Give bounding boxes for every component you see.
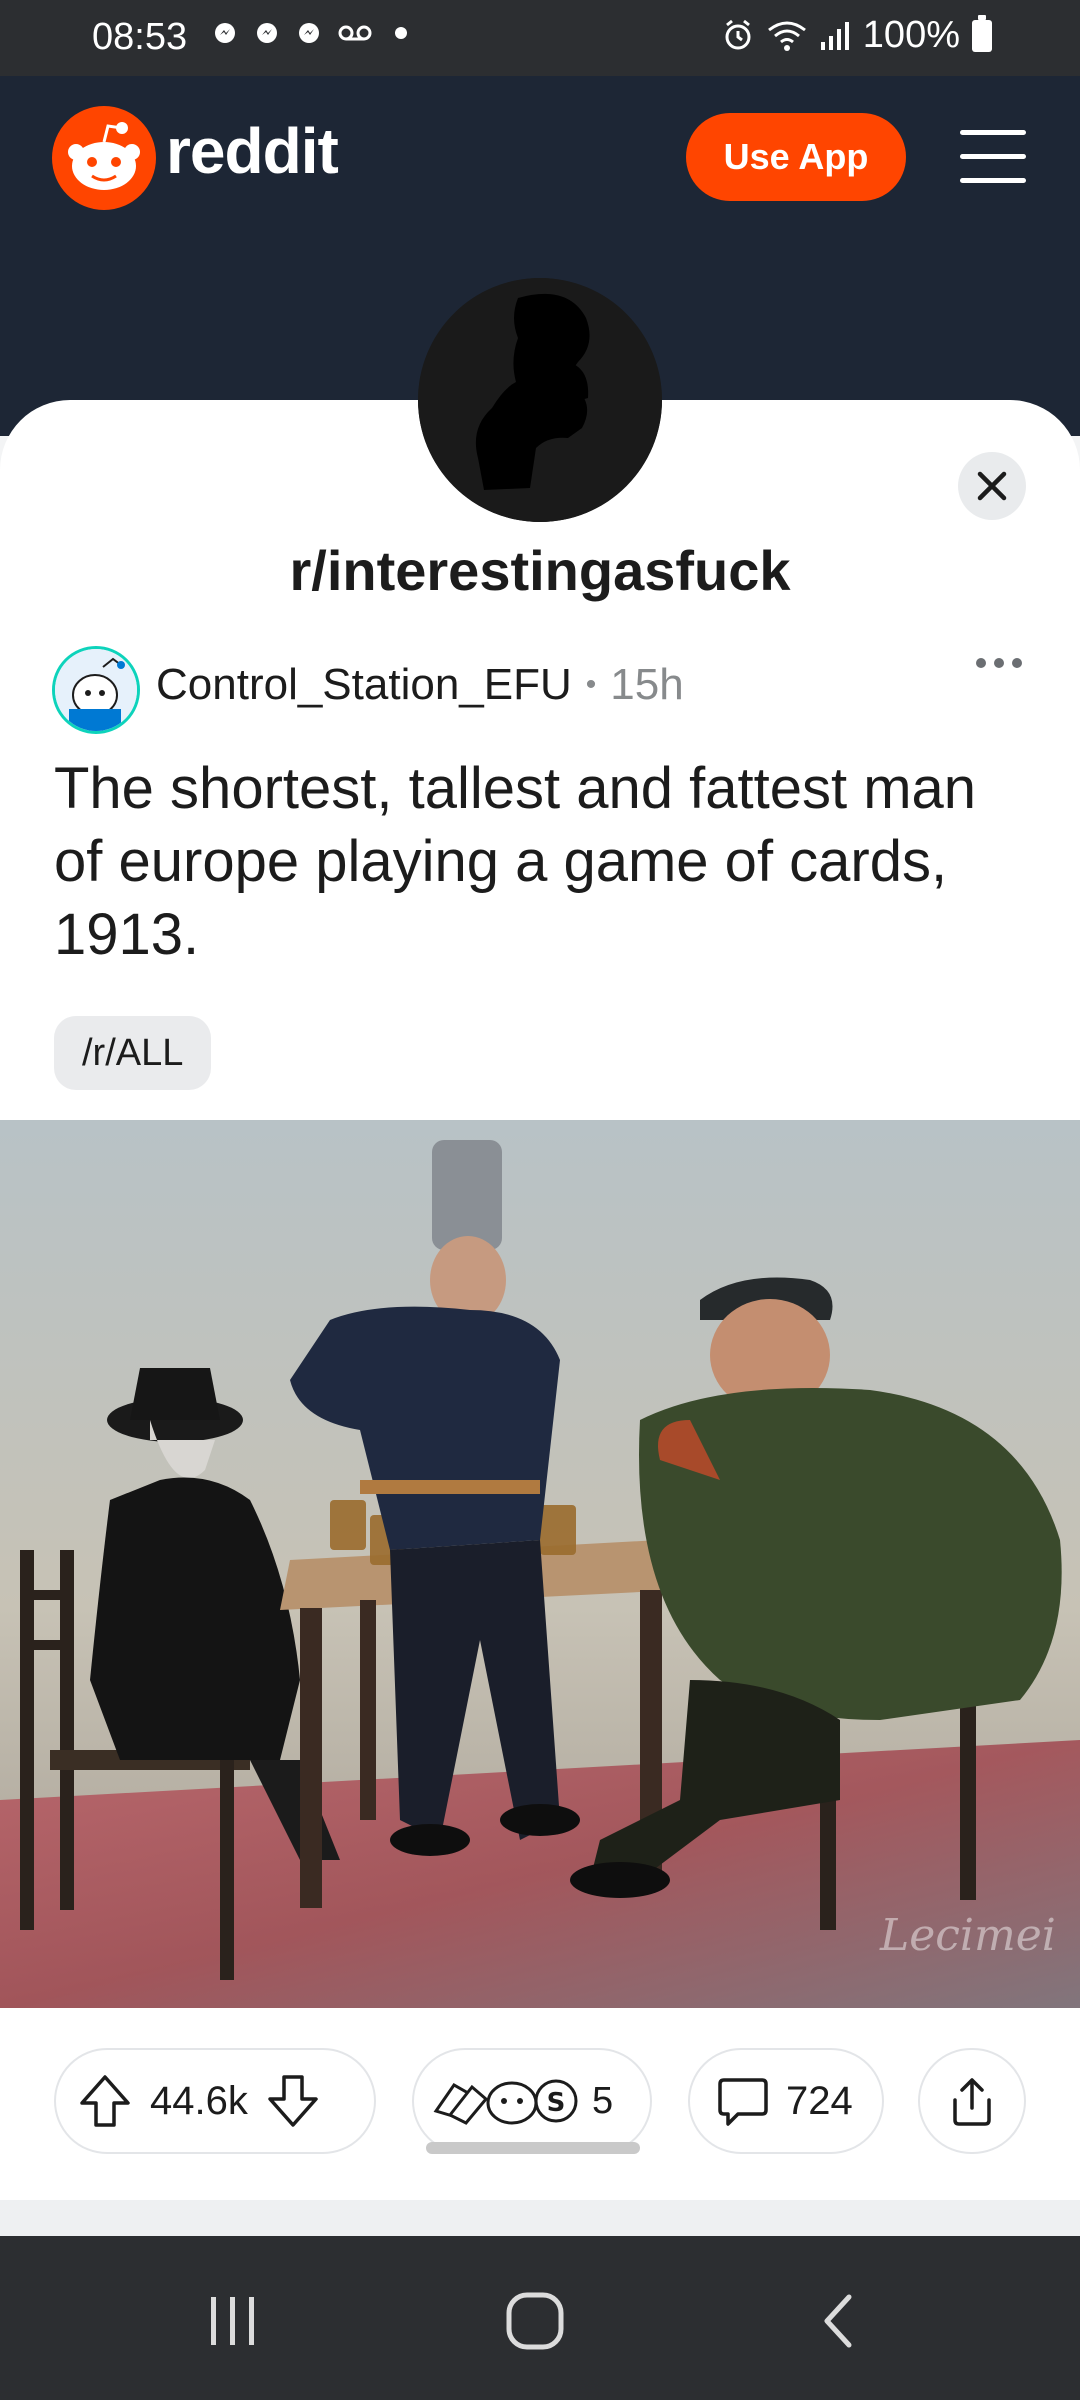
author-avatar[interactable] bbox=[52, 646, 140, 734]
subreddit-name[interactable]: r/interestingasfuck bbox=[0, 538, 1080, 603]
reddit-logo-icon[interactable] bbox=[52, 106, 156, 210]
status-bar: 08:53 100% bbox=[0, 0, 1080, 76]
image-signature: Lecimei bbox=[879, 1910, 1056, 1961]
comment-count: 724 bbox=[786, 2078, 853, 2123]
messenger-icon bbox=[299, 23, 319, 43]
close-button[interactable] bbox=[958, 452, 1026, 520]
system-navigation-bar bbox=[0, 2236, 1080, 2400]
post-title[interactable]: The shortest, tallest and fattest man of… bbox=[54, 752, 1034, 971]
thinker-silhouette-icon[interactable] bbox=[418, 278, 662, 522]
meta-separator: • bbox=[585, 668, 597, 701]
reddit-wordmark[interactable]: reddit bbox=[166, 114, 339, 188]
awards-count: 5 bbox=[592, 2079, 614, 2122]
reddit-header bbox=[0, 76, 1080, 236]
award-icons: S bbox=[433, 2079, 578, 2125]
status-right: 100% bbox=[721, 14, 992, 57]
home-icon[interactable] bbox=[490, 2276, 580, 2366]
comments-button[interactable]: 724 bbox=[688, 2048, 884, 2154]
battery-percent: 100% bbox=[862, 14, 960, 56]
notification-icons bbox=[212, 20, 414, 46]
post-actions: 44.6k S 5 724 bbox=[0, 2048, 1080, 2158]
post-meta: Control_Station_EFU • 15h bbox=[156, 660, 684, 710]
post-image[interactable]: Lecimei bbox=[0, 1120, 1080, 2008]
vote-count: 44.6k bbox=[150, 2078, 248, 2123]
post-age: 15h bbox=[610, 660, 684, 709]
comment-icon bbox=[718, 2078, 768, 2126]
screen: 08:53 100% reddit Use App r/interestinga… bbox=[0, 0, 1080, 2400]
more-options-icon[interactable] bbox=[976, 658, 1022, 668]
messenger-icon bbox=[257, 23, 277, 43]
voicemail-icon bbox=[338, 25, 372, 41]
messenger-icon bbox=[215, 23, 235, 43]
back-icon[interactable] bbox=[794, 2276, 884, 2366]
svg-text:S: S bbox=[547, 2088, 566, 2118]
wifi-icon bbox=[767, 21, 806, 51]
vote-pill: 44.6k bbox=[54, 2048, 376, 2154]
author-name[interactable]: Control_Station_EFU bbox=[156, 660, 572, 710]
share-icon bbox=[953, 2078, 991, 2126]
use-app-button[interactable]: Use App bbox=[686, 113, 906, 201]
divider bbox=[0, 2200, 1080, 2236]
battery-icon bbox=[972, 14, 992, 52]
dot-icon bbox=[395, 27, 407, 39]
close-icon bbox=[977, 471, 1007, 501]
awards-pill[interactable]: S 5 bbox=[412, 2048, 652, 2154]
upvote-icon[interactable] bbox=[78, 2073, 132, 2129]
share-button[interactable] bbox=[918, 2048, 1026, 2154]
status-time: 08:53 bbox=[92, 16, 188, 58]
menu-icon[interactable] bbox=[960, 128, 1026, 184]
recents-icon[interactable] bbox=[188, 2276, 278, 2366]
downvote-icon[interactable] bbox=[266, 2073, 320, 2129]
signal-icon bbox=[820, 21, 849, 50]
post-flair[interactable]: /r/ALL bbox=[54, 1016, 212, 1090]
alarm-icon bbox=[725, 19, 751, 49]
awards-underline bbox=[426, 2142, 640, 2154]
